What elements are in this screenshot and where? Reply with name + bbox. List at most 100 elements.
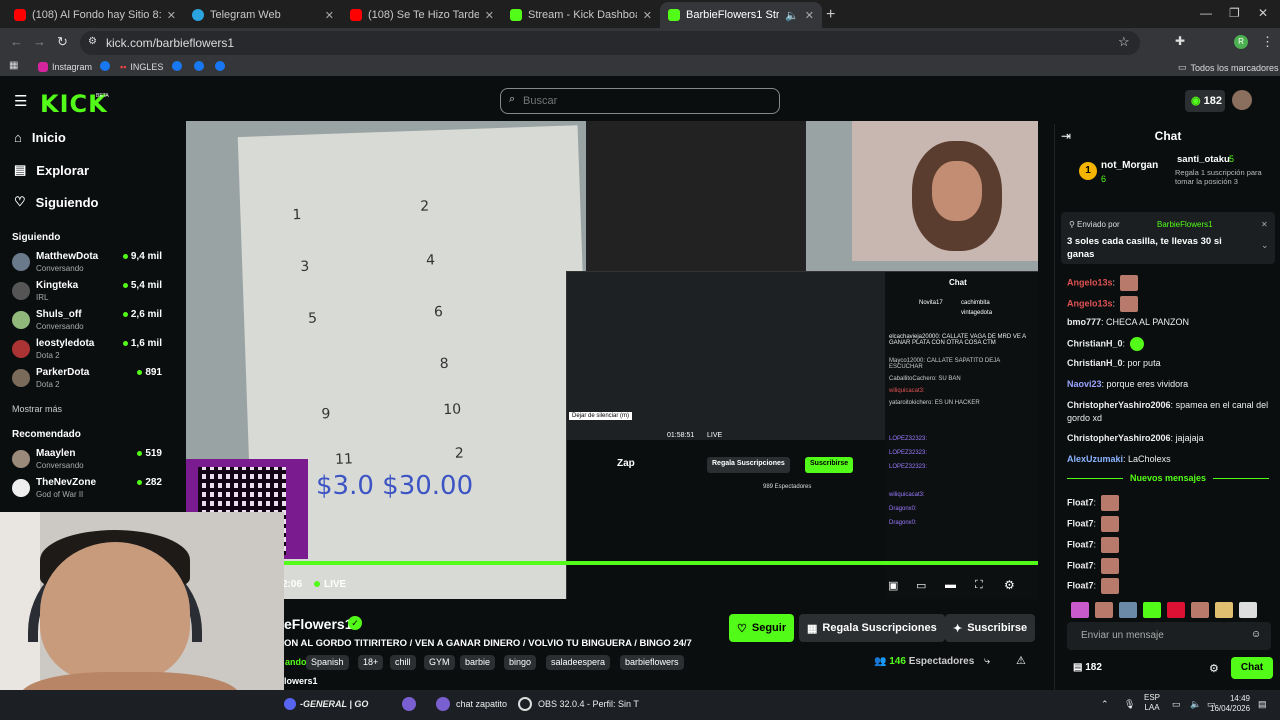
top-gifter-name[interactable]: santi_otaku [1177, 154, 1230, 165]
apps-grid-icon[interactable]: ▦ [9, 60, 18, 71]
nav-inicio[interactable]: ⌂ Inicio [14, 130, 66, 145]
channel-item[interactable]: MatthewDota Conversando 9,4 mil [12, 251, 162, 277]
app-icon[interactable] [436, 697, 450, 711]
microphone-icon[interactable]: 🎙 [1124, 699, 1135, 710]
emote-icon[interactable] [1119, 602, 1137, 618]
tag-chip[interactable]: Spanish [306, 655, 349, 670]
tag-chip[interactable]: lowers1 [284, 676, 318, 686]
chevron-down-icon[interactable]: ⌄ [1261, 240, 1269, 251]
emote-icon[interactable] [1167, 602, 1185, 618]
taskbar-obs[interactable]: OBS 32.0.4 - Perfil: Sin T [538, 699, 639, 709]
taskbar-discord[interactable]: -GENERAL | GO [300, 699, 368, 709]
tag-chip[interactable]: saladeespera [546, 655, 611, 670]
browser-tab[interactable]: (108) Se Te Hizo Tarde (feat. Ele ✕ [342, 2, 502, 28]
settings-gear-icon[interactable]: ⚙ [1004, 578, 1015, 592]
facebook-icon[interactable] [194, 61, 204, 71]
new-tab-button[interactable]: + [822, 2, 846, 28]
search-input[interactable] [523, 95, 763, 107]
send-chat-button[interactable]: Chat [1231, 657, 1273, 679]
maximize-icon[interactable]: ❐ [1229, 6, 1240, 20]
all-bookmarks[interactable]: ▭ Todos los marcadores [1178, 62, 1279, 73]
tag-chip[interactable]: chill [390, 655, 416, 670]
video-player[interactable]: 1 2 3 4 5 6 8 9 10 11 2 $3.0 $30.00 Deja… [186, 121, 1038, 599]
minimize-icon[interactable]: — [1200, 6, 1212, 20]
emote-icon[interactable] [1143, 602, 1161, 618]
expand-icon[interactable]: ▬ [945, 579, 956, 591]
bookmark-star-icon[interactable]: ☆ [1118, 34, 1130, 50]
close-tab-icon[interactable]: ✕ [167, 9, 176, 22]
chat-points[interactable]: ▤ 182 [1073, 662, 1102, 673]
taskbar-chat-zapatito[interactable]: chat zapatito [456, 699, 507, 709]
back-icon[interactable]: ← [10, 34, 23, 49]
chevron-up-icon[interactable]: ⌃ [1101, 699, 1109, 710]
new-messages-divider[interactable]: Nuevos mensajes [1067, 473, 1269, 483]
extensions-icon[interactable]: ✚ [1175, 34, 1185, 48]
emote-icon[interactable] [1095, 602, 1113, 618]
share-icon[interactable]: ⤷ [984, 655, 990, 668]
chat-settings-icon[interactable]: ⚙ [1209, 662, 1219, 675]
app-icon[interactable] [402, 697, 416, 711]
streamer-name[interactable]: eFlowers1 [284, 616, 352, 632]
clock[interactable]: 14:49 [1226, 694, 1250, 704]
channel-item[interactable]: TheNevZone God of War II 282 [12, 477, 162, 503]
facebook-icon[interactable] [172, 61, 182, 71]
gift-subs-button[interactable]: ▦ Regala Suscripciones [799, 614, 945, 642]
show-more-link[interactable]: Mostrar más [12, 404, 62, 414]
top-gifter-name[interactable]: not_Morgan [1101, 160, 1158, 171]
emote-icon[interactable] [1071, 602, 1089, 618]
close-tab-icon[interactable]: ✕ [325, 9, 334, 22]
video-progress-bar[interactable] [186, 561, 1038, 565]
report-icon[interactable]: ⚠ [1016, 654, 1026, 667]
theater-mode-icon[interactable]: ▣ [888, 579, 898, 592]
language-indicator[interactable]: ESP LAA [1144, 693, 1160, 713]
tag-chip[interactable]: barbieflowers [620, 655, 684, 670]
hamburger-menu-icon[interactable]: ☰ [14, 92, 27, 110]
follow-button[interactable]: ♡ Seguir [729, 614, 795, 642]
browser-tab[interactable]: (108) Al Fondo hay Sitio 8: Ferna ✕ [6, 2, 184, 28]
subscribe-button[interactable]: ✦ Suscribirse [945, 614, 1036, 642]
profile-avatar[interactable]: R [1234, 35, 1248, 49]
tag-chip[interactable]: bingo [504, 655, 537, 670]
volume-icon[interactable]: 🔈 [1190, 699, 1201, 710]
user-avatar[interactable] [1232, 90, 1252, 110]
chat-input[interactable]: Enviar un mensaje ☺ [1067, 622, 1271, 650]
channel-item[interactable]: leostyledota Dota 2 1,6 mil [12, 338, 162, 364]
nav-siguiendo[interactable]: ♡ Siguiendo [14, 194, 99, 210]
channel-item[interactable]: Shuls_off Conversando 2,6 mil [12, 309, 162, 335]
emote-icon[interactable] [1215, 602, 1233, 618]
search-bar[interactable]: ⌕ [500, 88, 780, 114]
channel-item[interactable]: ParkerDota Dota 2 891 [12, 367, 162, 393]
channel-item[interactable]: Maaylen Conversando 519 [12, 448, 162, 474]
pip-icon[interactable]: ▭ [916, 579, 926, 592]
browser-tab[interactable]: Telegram Web ✕ [184, 2, 342, 28]
emoji-icon[interactable]: ☺ [1251, 629, 1261, 640]
points-badge[interactable]: ◉ 182 [1185, 90, 1225, 112]
nav-explorar[interactable]: ▤ Explorar [14, 162, 89, 178]
obs-icon[interactable] [518, 697, 532, 711]
channel-item[interactable]: Kingteka IRL 5,4 mil [12, 280, 162, 306]
tag-chip[interactable]: 18+ [358, 655, 384, 670]
fullscreen-icon[interactable]: ⛶ [975, 579, 983, 592]
discord-icon[interactable] [284, 698, 296, 710]
live-indicator[interactable]: LIVE [314, 579, 346, 590]
network-icon[interactable]: ▭ [1172, 699, 1181, 710]
menu-kebab-icon[interactable]: ⋮ [1261, 34, 1274, 50]
facebook-icon[interactable] [100, 61, 110, 71]
close-window-icon[interactable]: ✕ [1258, 6, 1268, 20]
bookmark-ingles[interactable]: ▪▪ INGLES [120, 62, 163, 72]
bookmark-instagram[interactable]: Instagram [38, 62, 92, 72]
close-tab-icon[interactable]: ✕ [805, 9, 814, 22]
tag-chip[interactable]: barbie [460, 655, 496, 670]
speaker-icon[interactable]: 🔈 [785, 9, 799, 22]
emote-icon[interactable] [1239, 602, 1257, 618]
forward-icon[interactable]: → [33, 34, 46, 49]
browser-tab-active[interactable]: BarbieFlowers1 Stream - W 🔈 ✕ [660, 2, 822, 28]
unpin-icon[interactable]: ✕ [1261, 220, 1268, 229]
close-tab-icon[interactable]: ✕ [643, 9, 652, 22]
tag-chip[interactable]: GYM [424, 655, 455, 670]
browser-tab[interactable]: Stream - Kick Dashboard ✕ [502, 2, 660, 28]
notification-icon[interactable]: ▤ [1258, 699, 1267, 710]
facebook-icon[interactable] [215, 61, 225, 71]
url-field[interactable]: ⚙ kick.com/barbieflowers1 [80, 31, 1140, 55]
close-tab-icon[interactable]: ✕ [485, 9, 494, 22]
